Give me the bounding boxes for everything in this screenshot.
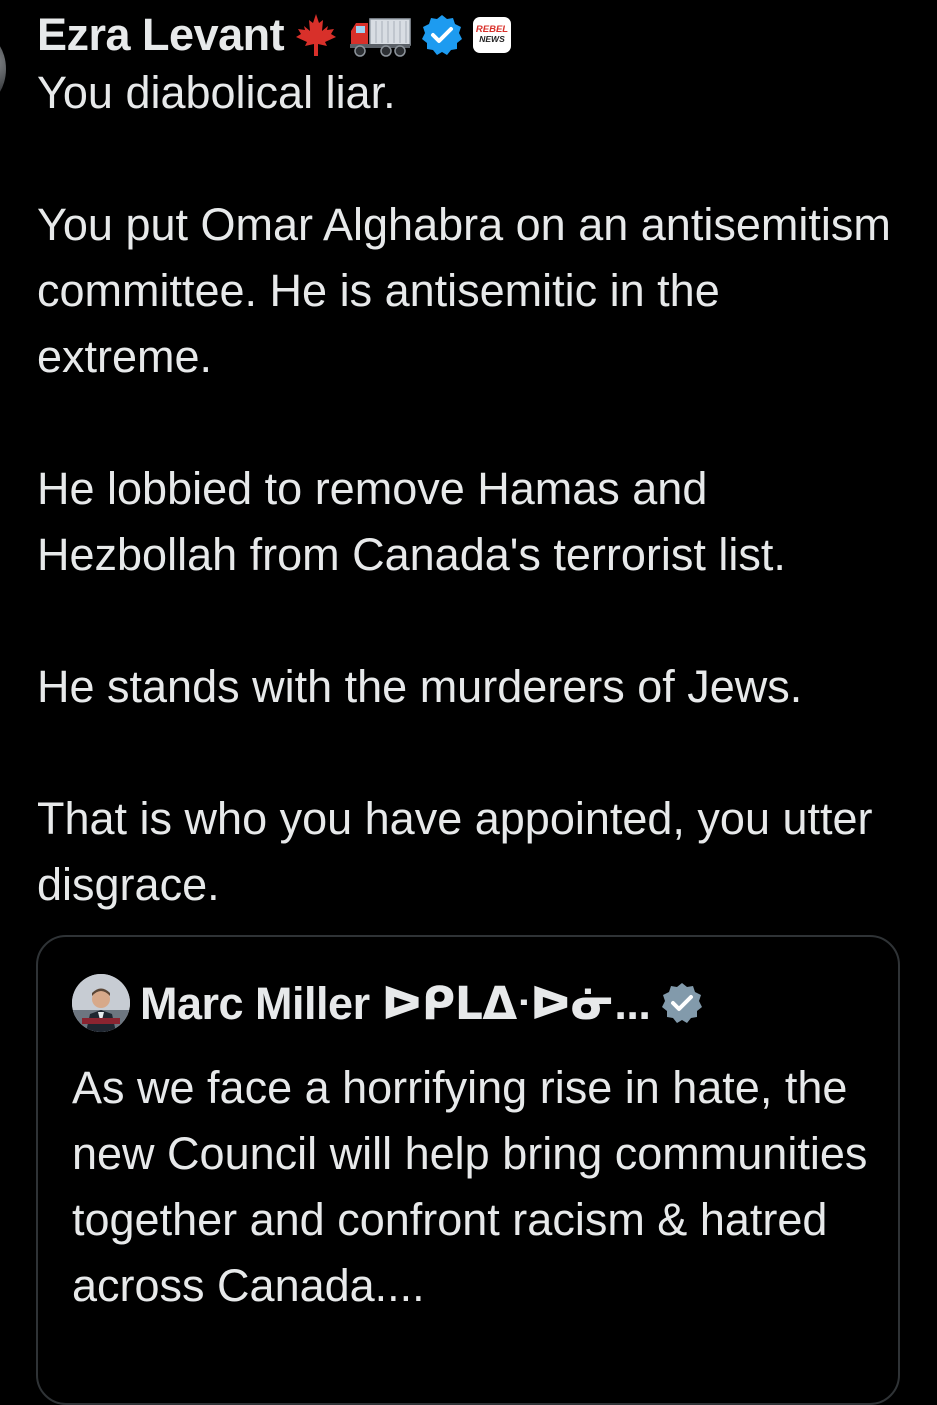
author-avatar[interactable] bbox=[0, 34, 6, 104]
tweet-paragraph: You diabolical liar. bbox=[37, 67, 396, 118]
truck-icon bbox=[348, 11, 412, 59]
author-row: Ezra Levant REBEL NEWS bbox=[37, 6, 907, 64]
quoted-tweet-header: Marc Miller ᐅᑭᒪᐃᐧᐅᓃ... bbox=[72, 971, 704, 1035]
author-name[interactable]: Ezra Levant bbox=[37, 9, 285, 61]
quoted-author-name[interactable]: Marc Miller ᐅᑭᒪᐃᐧᐅᓃ... bbox=[140, 977, 651, 1030]
verified-badge-icon[interactable] bbox=[420, 13, 464, 57]
tweet-paragraph: That is who you have appointed, you utte… bbox=[37, 793, 886, 910]
quoted-tweet-card[interactable]: Marc Miller ᐅᑭᒪᐃᐧᐅᓃ... As we face a horr… bbox=[36, 935, 900, 1405]
tweet-paragraph: He stands with the murderers of Jews. bbox=[37, 661, 803, 712]
tweet-paragraph: He lobbied to remove Hamas and Hezbollah… bbox=[37, 463, 786, 580]
news-badge-text: NEWS bbox=[479, 34, 505, 44]
verified-badge-gray-icon[interactable] bbox=[660, 981, 704, 1025]
maple-leaf-icon bbox=[292, 11, 340, 59]
tweet-paragraph: You put Omar Alghabra on an antisemitism… bbox=[37, 199, 904, 382]
rebel-news-badge-icon[interactable]: REBEL NEWS bbox=[472, 15, 512, 55]
tweet: Ezra Levant REBEL NEWS You diabolical li… bbox=[37, 6, 907, 918]
tweet-text: You diabolical liar. You put Omar Alghab… bbox=[37, 60, 907, 918]
quoted-tweet-text: As we face a horrifying rise in hate, th… bbox=[72, 1062, 868, 1311]
quoted-author-avatar bbox=[72, 974, 130, 1032]
